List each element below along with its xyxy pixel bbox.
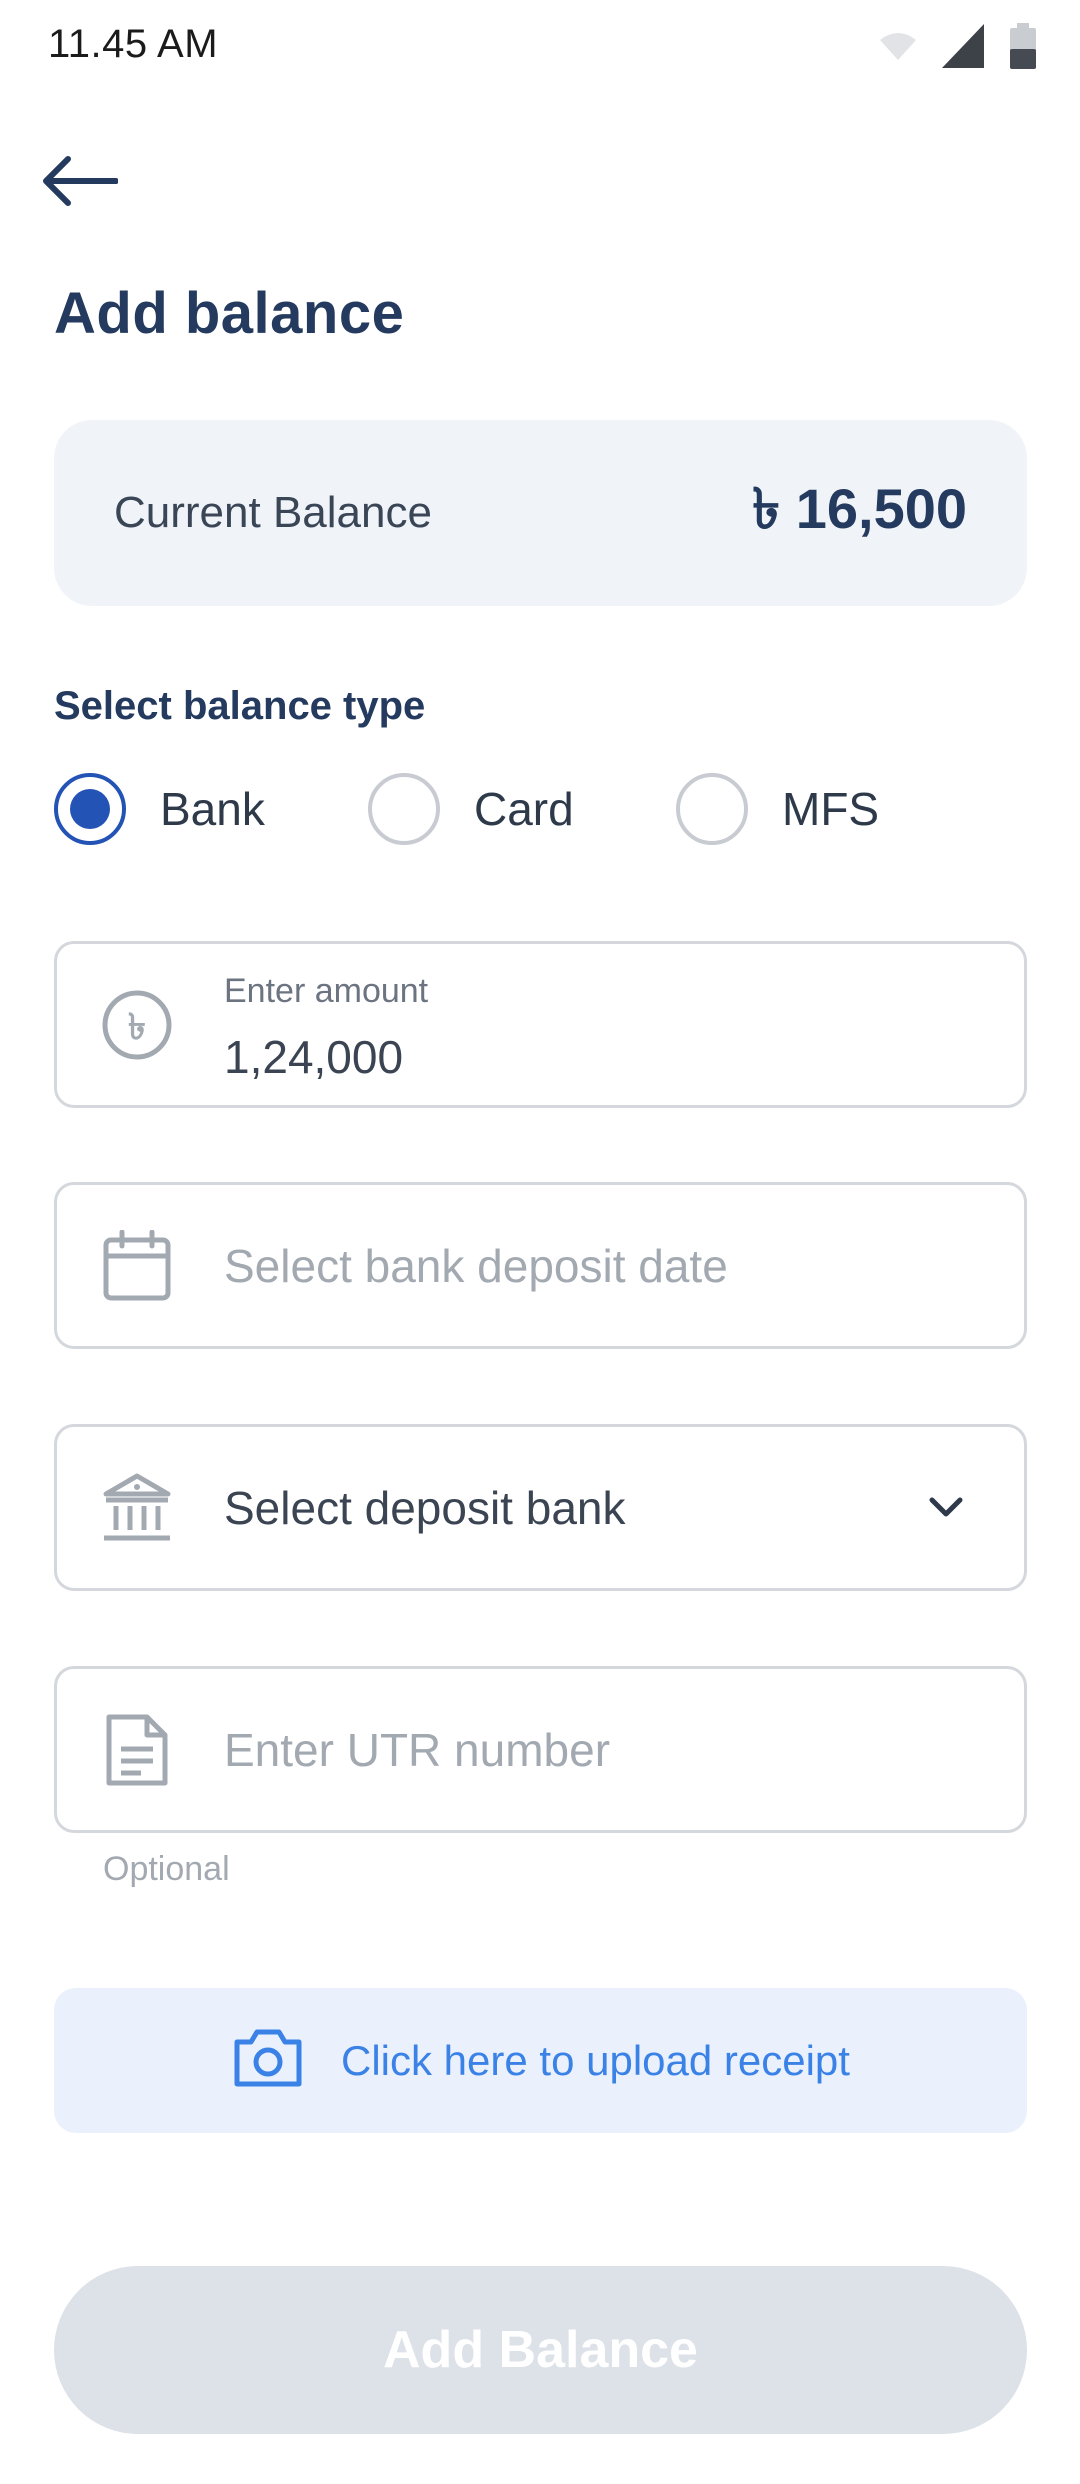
balance-value: ৳ 16,500	[752, 477, 967, 540]
deposit-date-placeholder: Select bank deposit date	[224, 1239, 728, 1292]
radio-mfs-circle[interactable]	[676, 773, 748, 845]
back-button[interactable]	[40, 148, 130, 218]
deposit-bank-select[interactable]: Select deposit bank	[54, 1424, 1027, 1591]
utr-number-input[interactable]: Enter UTR number	[54, 1666, 1027, 1833]
page-title: Add balance	[54, 281, 405, 346]
svg-text:৳: ৳	[128, 1007, 146, 1048]
utr-number-placeholder: Enter UTR number	[224, 1723, 611, 1776]
radio-mfs-label: MFS	[782, 783, 880, 835]
camera-icon	[231, 2026, 305, 2095]
radio-card[interactable]: Card	[368, 772, 574, 846]
radio-bank-circle[interactable]	[54, 773, 126, 845]
radio-bank[interactable]: Bank	[54, 772, 265, 846]
deposit-bank-value: Select deposit bank	[224, 1481, 626, 1534]
radio-mfs[interactable]: MFS	[676, 772, 879, 846]
taka-coin-icon: ৳	[101, 989, 173, 1061]
amount-value[interactable]: 1,24,000	[224, 1030, 403, 1084]
balance-label: Current Balance	[114, 488, 432, 537]
arrow-left-icon	[40, 155, 119, 211]
upload-receipt-button[interactable]: Click here to upload receipt	[54, 1988, 1027, 2133]
radio-bank-label: Bank	[160, 783, 265, 835]
deposit-date-field[interactable]: Select bank deposit date	[54, 1182, 1027, 1349]
status-time: 11.45 AM	[48, 22, 219, 66]
upload-receipt-label: Click here to upload receipt	[341, 2036, 850, 2084]
amount-label: Enter amount	[224, 972, 429, 1010]
radio-card-label: Card	[474, 783, 574, 835]
bank-icon	[101, 1472, 173, 1544]
balance-card: Current Balance ৳ 16,500	[54, 420, 1027, 606]
add-balance-button[interactable]: Add Balance	[54, 2266, 1027, 2434]
amount-input[interactable]: ৳ Enter amount 1,24,000	[54, 941, 1027, 1108]
chevron-down-icon[interactable]	[926, 1488, 966, 1528]
utr-optional-hint: Optional	[103, 1850, 230, 1888]
battery-icon	[1010, 22, 1036, 74]
balance-type-radio-group: Bank Card MFS	[54, 772, 1027, 846]
document-icon	[101, 1714, 173, 1786]
calendar-icon	[101, 1229, 173, 1302]
wifi-icon	[880, 32, 916, 65]
radio-card-circle[interactable]	[368, 773, 440, 845]
balance-type-label: Select balance type	[54, 684, 426, 728]
status-icons	[880, 22, 1036, 74]
signal-icon	[942, 23, 984, 73]
